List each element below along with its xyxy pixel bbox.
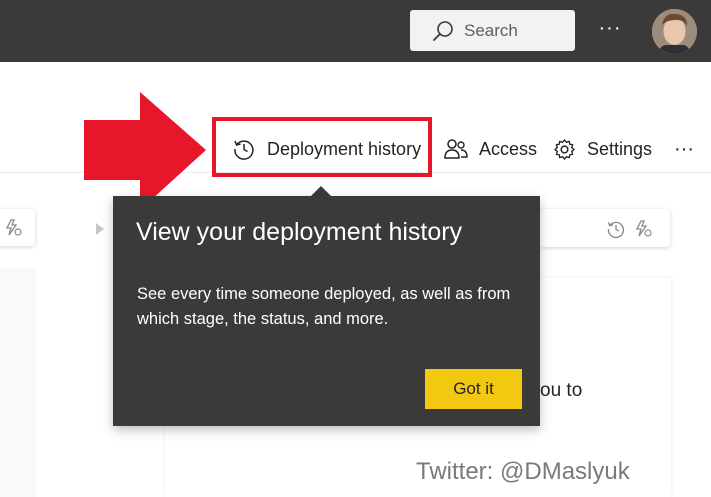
- highlight-box: [212, 117, 432, 177]
- callout-body: See every time someone deployed, as well…: [137, 285, 511, 328]
- access-label: Access: [479, 138, 538, 159]
- search-placeholder: Search: [464, 20, 518, 40]
- stage-card-right: [540, 209, 670, 247]
- callout-beak: [311, 186, 331, 196]
- avatar[interactable]: [652, 9, 697, 54]
- deploy-icon: [5, 219, 22, 236]
- toolbar-more-icon[interactable]: ···: [674, 130, 694, 168]
- settings-button[interactable]: Settings: [553, 130, 652, 168]
- search-box[interactable]: Search: [410, 10, 575, 51]
- access-button[interactable]: Access: [444, 130, 537, 168]
- more-options-icon[interactable]: ···: [598, 18, 622, 42]
- deploy-icon: [635, 220, 652, 237]
- people-icon: [444, 139, 468, 159]
- chevron-right-icon: [96, 223, 104, 235]
- got-it-button[interactable]: Got it: [425, 369, 522, 409]
- watermark: Twitter: @DMaslyuk: [416, 458, 630, 485]
- top-bar: Search ···: [0, 0, 711, 62]
- teaching-callout: View your deployment history See every t…: [113, 196, 540, 426]
- gear-icon: [554, 138, 575, 160]
- settings-label: Settings: [587, 138, 653, 159]
- search-icon: [433, 20, 453, 41]
- stage-card-left: [0, 209, 35, 246]
- background-text: ou to: [540, 380, 583, 401]
- history-icon: [607, 221, 625, 239]
- callout-title: View your deployment history: [136, 218, 463, 246]
- stage-panel-left: [0, 268, 36, 497]
- red-arrow-icon: [84, 92, 206, 210]
